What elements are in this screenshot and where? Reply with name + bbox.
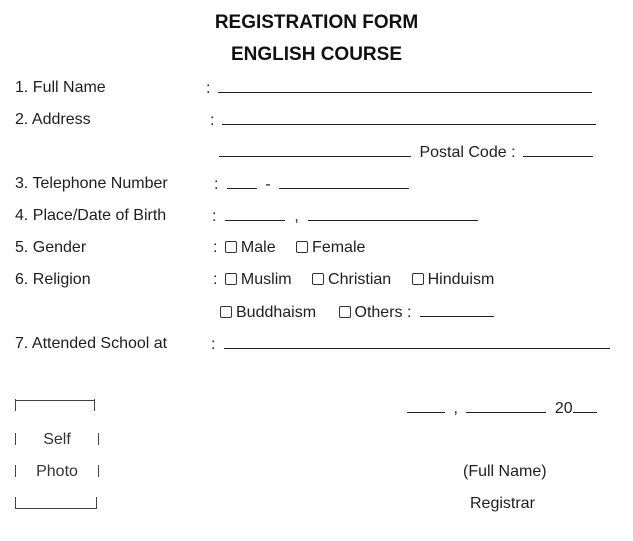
full-name-field[interactable] [217, 78, 592, 93]
option-label: Others : [354, 304, 412, 321]
birth-row: : , [212, 206, 479, 227]
religion-option-hinduism[interactable]: Hinduism [411, 270, 495, 290]
birth-place-field[interactable] [224, 206, 285, 221]
address-line-2-row: Postal Code : [219, 142, 593, 163]
telephone-number-field[interactable] [279, 174, 410, 189]
birth-separator: , [294, 208, 299, 225]
checkbox-icon[interactable] [220, 306, 232, 318]
checkbox-icon[interactable] [411, 273, 424, 285]
option-label: Female [312, 239, 366, 256]
colon: : [206, 80, 211, 97]
religion-row-1: : Muslim Christian Hinduism [213, 270, 510, 290]
checkbox-icon[interactable] [312, 273, 325, 285]
school-field[interactable] [223, 334, 610, 349]
colon: : [211, 336, 216, 353]
address-line-2-field[interactable] [219, 142, 411, 157]
gender-option-male[interactable]: Male [224, 238, 276, 258]
photo-box-line-1: Self [15, 430, 99, 450]
checkbox-icon[interactable] [338, 306, 351, 318]
signature-role: Registrar [470, 495, 535, 512]
gender-label: 5. Gender [15, 239, 87, 256]
telephone-label: 3. Telephone Number [15, 175, 168, 192]
option-label: Buddhaism [236, 304, 317, 321]
photo-box-text-photo: Photo [36, 463, 78, 480]
religion-option-others[interactable]: Others : [338, 303, 412, 323]
birth-label: 4. Place/Date of Birth [15, 207, 167, 224]
option-label: Christian [328, 271, 392, 288]
religion-option-muslim[interactable]: Muslim [224, 270, 292, 290]
photo-box-line-2: Photo [15, 462, 99, 482]
school-label: 7. Attended School at [15, 335, 168, 352]
full-name-row: : [206, 78, 592, 99]
birth-date-field[interactable] [308, 206, 479, 221]
postal-code-label: Postal Code : [419, 144, 516, 161]
colon: : [212, 208, 217, 225]
year-prefix: 20 [554, 400, 573, 417]
colon: : [214, 176, 219, 193]
telephone-row: : - [214, 174, 410, 195]
date-separator: , [453, 400, 458, 417]
photo-box-top-edge [16, 400, 94, 401]
postal-code-field[interactable] [522, 142, 593, 157]
signature-date-field[interactable] [466, 398, 547, 413]
photo-box-bottom [15, 494, 97, 514]
photo-box-right-edge [94, 399, 95, 411]
signature-place-field[interactable] [407, 398, 445, 413]
photo-box-right-edge [98, 465, 99, 477]
signature-date-row: , 20 [407, 398, 597, 419]
religion-row-2: Buddhaism Others : [220, 302, 494, 323]
full-name-label: 1. Full Name [15, 79, 106, 96]
checkbox-icon[interactable] [224, 241, 237, 253]
colon: : [213, 271, 218, 288]
photo-box-bottom-edge [16, 508, 96, 509]
photo-box-text-self: Self [43, 431, 71, 448]
colon: : [210, 112, 215, 129]
colon: : [213, 239, 218, 256]
option-label: Hinduism [427, 271, 495, 288]
checkbox-icon[interactable] [224, 273, 237, 285]
religion-option-christian[interactable]: Christian [312, 270, 391, 290]
religion-others-field[interactable] [419, 302, 494, 317]
religion-option-buddhaism[interactable]: Buddhaism [220, 303, 316, 323]
school-row: : [211, 334, 610, 355]
checkbox-icon[interactable] [296, 241, 309, 253]
signature-year-field[interactable] [572, 398, 597, 413]
photo-box-top [15, 396, 95, 416]
gender-option-female[interactable]: Female [296, 238, 365, 258]
photo-box-right-edge [98, 433, 99, 445]
option-label: Male [240, 239, 276, 256]
telephone-area-code-field[interactable] [226, 174, 257, 189]
address-row: : [210, 110, 596, 131]
option-label: Muslim [240, 271, 292, 288]
address-label: 2. Address [15, 111, 91, 128]
signature-full-name-hint: (Full Name) [463, 463, 547, 480]
gender-row: : Male Female [213, 238, 381, 258]
photo-box-right-edge [96, 497, 97, 509]
address-field[interactable] [221, 110, 596, 125]
form-title: REGISTRATION FORM [214, 12, 419, 33]
religion-label: 6. Religion [15, 271, 91, 288]
telephone-separator: - [265, 176, 271, 193]
form-subtitle: ENGLISH COURSE [230, 44, 403, 65]
